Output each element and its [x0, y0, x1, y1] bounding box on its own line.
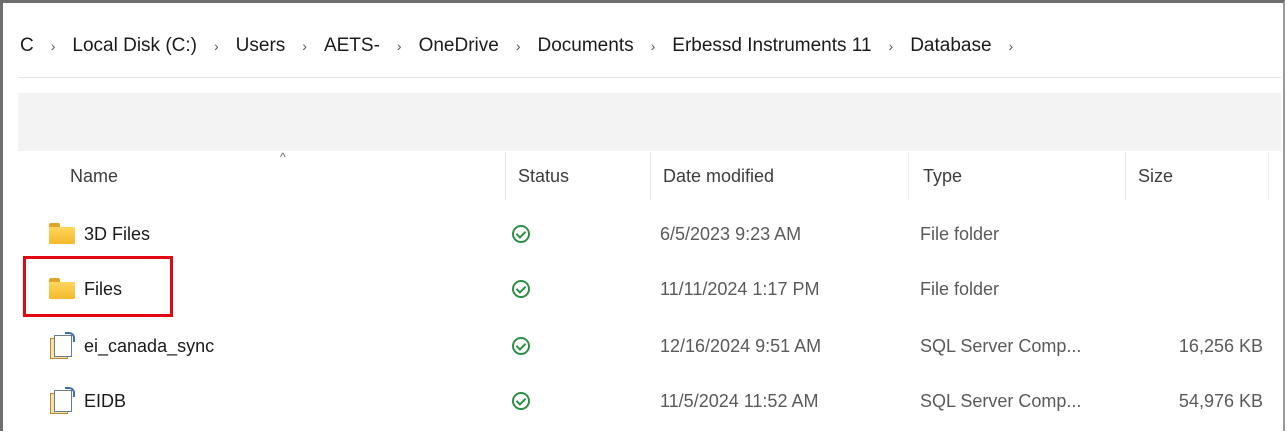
file-name-cell: ei_canada_sync: [48, 319, 214, 373]
breadcrumb: C › Local Disk (C:) › Users › AETS- › On…: [18, 26, 1028, 66]
file-row[interactable]: Files 11/11/2024 1:17 PM File folder: [18, 262, 1281, 316]
chevron-right-icon[interactable]: ›: [889, 38, 894, 54]
folder-icon: [48, 223, 76, 245]
sync-status-check-icon: [512, 280, 530, 298]
breadcrumb-item-erbessd[interactable]: Erbessd Instruments 11: [670, 35, 873, 57]
type-cell: SQL Server Comp...: [920, 390, 1082, 411]
status-cell: [512, 207, 530, 261]
column-resize-handle[interactable]: [1125, 152, 1126, 200]
file-name-cell: EIDB: [48, 374, 126, 428]
date-modified-cell: 12/16/2024 9:51 AM: [660, 335, 822, 356]
sync-status-check-icon: [512, 392, 530, 410]
breadcrumb-item-aets[interactable]: AETS-: [322, 35, 382, 57]
file-name: 3D Files: [84, 223, 151, 244]
file-name: EIDB: [84, 390, 127, 411]
breadcrumb-item-database[interactable]: Database: [908, 35, 993, 57]
sql-database-file-icon: [48, 332, 76, 359]
type-cell: File folder: [920, 223, 1000, 244]
status-cell: [512, 374, 530, 428]
column-resize-handle[interactable]: [908, 152, 909, 200]
chevron-right-icon[interactable]: ›: [651, 38, 656, 54]
column-header-row: ^ Name Status Date modified Type Size: [18, 150, 1281, 200]
date-modified-cell: 6/5/2023 9:23 AM: [660, 223, 802, 244]
breadcrumb-item-onedrive[interactable]: OneDrive: [417, 35, 501, 57]
breadcrumb-item-users[interactable]: Users: [234, 35, 288, 57]
column-resize-handle[interactable]: [505, 152, 506, 200]
column-header-status[interactable]: Status: [518, 152, 569, 200]
sql-database-file-icon: [48, 387, 76, 414]
status-cell: [512, 262, 530, 316]
breadcrumb-item-local-disk[interactable]: Local Disk (C:): [70, 35, 199, 57]
file-row[interactable]: ei_canada_sync 12/16/2024 9:51 AM SQL Se…: [18, 319, 1281, 373]
date-modified-cell: 11/11/2024 1:17 PM: [660, 278, 820, 299]
size-cell: 16,256 KB: [1178, 335, 1263, 356]
type-cell: File folder: [920, 278, 1000, 299]
chevron-right-icon[interactable]: ›: [302, 38, 307, 54]
column-header-name[interactable]: Name: [70, 152, 118, 200]
command-bar: [18, 93, 1281, 151]
column-header-date-modified[interactable]: Date modified: [663, 152, 774, 200]
chevron-right-icon[interactable]: ›: [516, 38, 521, 54]
breadcrumb-item-documents[interactable]: Documents: [536, 35, 636, 57]
column-resize-handle[interactable]: [650, 152, 651, 200]
status-cell: [512, 319, 530, 373]
sort-ascending-icon[interactable]: ^: [280, 150, 286, 164]
sync-status-check-icon: [512, 225, 530, 243]
column-header-size[interactable]: Size: [1138, 152, 1173, 200]
chevron-right-icon[interactable]: ›: [397, 38, 402, 54]
chevron-right-icon[interactable]: ›: [51, 38, 56, 54]
chevron-right-icon[interactable]: ›: [1009, 38, 1014, 54]
sync-status-check-icon: [512, 337, 530, 355]
breadcrumb-item-c[interactable]: C: [18, 35, 36, 57]
file-name-cell: 3D Files: [48, 207, 150, 261]
size-cell: 54,976 KB: [1178, 390, 1263, 411]
file-name: ei_canada_sync: [84, 335, 215, 356]
chevron-right-icon[interactable]: ›: [214, 38, 219, 54]
highlight-box: [23, 256, 173, 317]
file-row[interactable]: EIDB 11/5/2024 11:52 AM SQL Server Comp.…: [18, 374, 1281, 428]
type-cell: SQL Server Comp...: [920, 335, 1082, 356]
file-row[interactable]: 3D Files 6/5/2023 9:23 AM File folder: [18, 207, 1281, 261]
column-resize-handle[interactable]: [1268, 152, 1269, 200]
address-bar-divider: [18, 77, 1281, 78]
date-modified-cell: 11/5/2024 11:52 AM: [660, 390, 819, 411]
column-header-type[interactable]: Type: [923, 152, 962, 200]
